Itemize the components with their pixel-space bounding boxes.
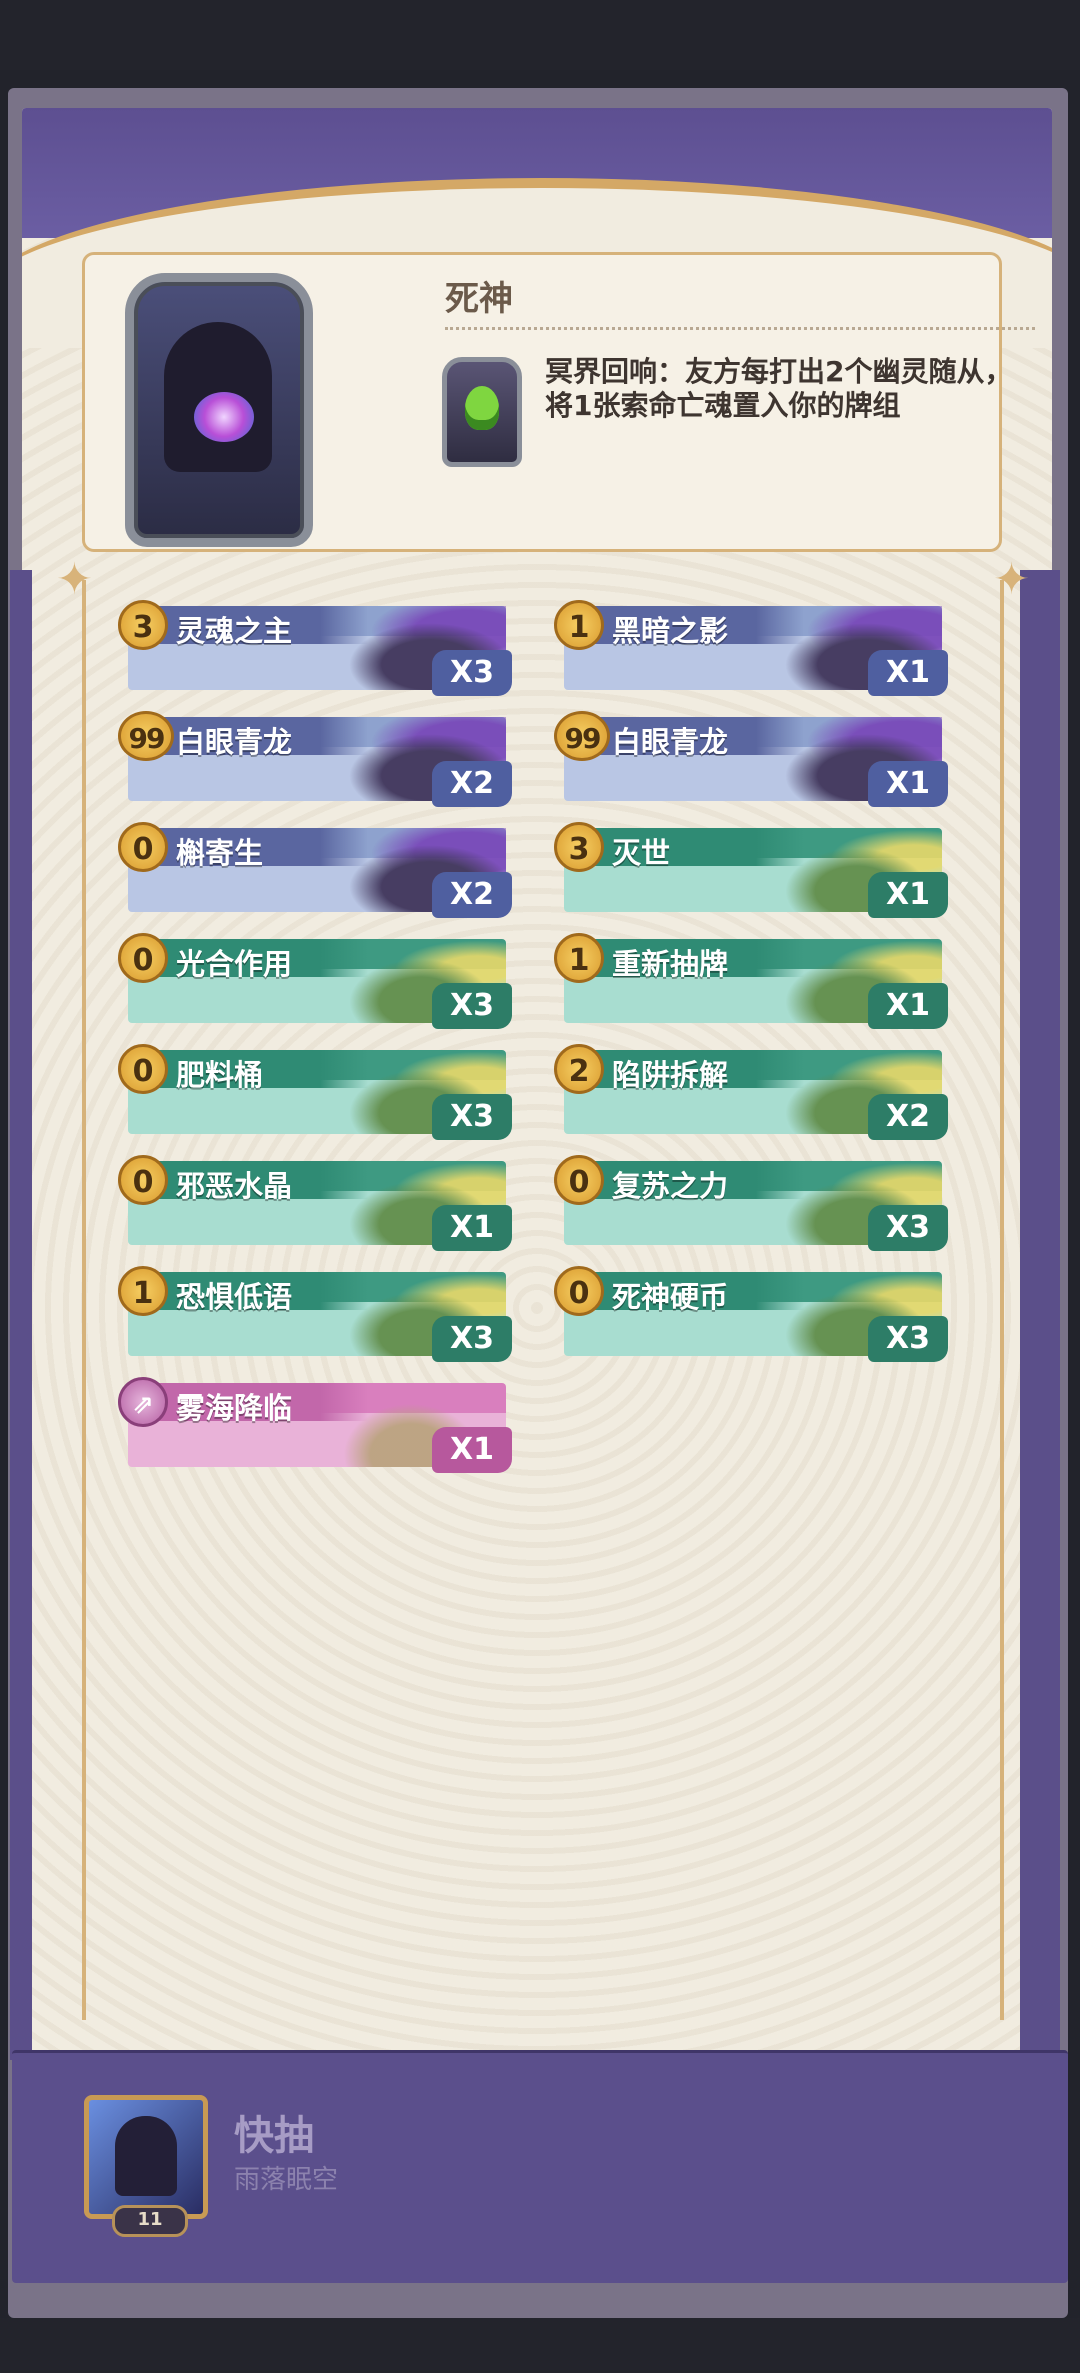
card-count: X1 [868, 761, 948, 807]
cost-badge: 3 [118, 600, 168, 650]
cost-badge: 0 [554, 1155, 604, 1205]
spell-icon: ⇗ [118, 1377, 168, 1427]
left-border [10, 570, 32, 2060]
cost-badge: 1 [118, 1266, 168, 1316]
deck-name: 快抽 [234, 2113, 314, 2159]
card-item[interactable]: 1 黑暗之影 X1 [554, 600, 948, 696]
cost-badge: 0 [554, 1266, 604, 1316]
card-item[interactable]: 1 重新抽牌 X1 [554, 933, 948, 1029]
deck-author: 雨落眠空 [234, 2165, 339, 2195]
star-ornament-icon: ✦ [56, 554, 93, 605]
hero-power-description: 冥界回响：友方每打出2个幽灵随从，将1张索命亡魂置入你的牌组 [545, 355, 1013, 422]
card-count: X2 [432, 761, 512, 807]
card-item[interactable]: 2 陷阱拆解 X2 [554, 1044, 948, 1140]
card-name: 肥料桶 [176, 1058, 264, 1092]
card-count: X1 [432, 1427, 512, 1473]
hero-info-box: 死神 冥界回响：友方每打出2个幽灵随从，将1张索命亡魂置入你的牌组 [82, 252, 1035, 552]
card-item[interactable]: 0 光合作用 X3 [118, 933, 512, 1029]
cost-badge: 0 [118, 933, 168, 983]
card-count: X3 [432, 983, 512, 1029]
cost-badge: 2 [554, 1044, 604, 1094]
cost-badge: 3 [554, 822, 604, 872]
card-item[interactable]: 3 灵魂之主 X3 [118, 600, 512, 696]
card-item[interactable]: 0 槲寄生 X2 [118, 822, 512, 918]
card-count: X2 [868, 1094, 948, 1140]
card-item[interactable]: 0 死神硬币 X3 [554, 1266, 948, 1362]
hero-name: 死神 [445, 279, 513, 319]
card-item[interactable]: ⇗ 雾海降临 X1 [118, 1377, 512, 1473]
card-name: 灭世 [612, 836, 671, 870]
card-name: 陷阱拆解 [612, 1058, 729, 1092]
card-count: X3 [432, 1094, 512, 1140]
right-border [1020, 570, 1060, 2060]
card-item[interactable]: 99 白眼青龙 X2 [118, 711, 512, 807]
card-item[interactable]: 0 邪恶水晶 X1 [118, 1155, 512, 1251]
cost-badge: 0 [118, 822, 168, 872]
card-name: 复苏之力 [612, 1169, 729, 1203]
hero-power-icon[interactable] [442, 357, 522, 467]
card-count: X2 [432, 872, 512, 918]
hooded-reaper-art [115, 2116, 177, 2196]
status-area [0, 0, 1080, 70]
card-count: X3 [868, 1205, 948, 1251]
deck-card-total: 11 [112, 2205, 188, 2237]
deck-cover[interactable] [84, 2095, 208, 2219]
ghost-face-icon [465, 386, 499, 430]
cost-badge: 1 [554, 600, 604, 650]
divider [445, 327, 1035, 330]
cost-badge: 0 [118, 1044, 168, 1094]
card-item[interactable]: 0 复苏之力 X3 [554, 1155, 948, 1251]
card-name: 灵魂之主 [176, 614, 293, 648]
card-name: 白眼青龙 [176, 725, 293, 759]
card-count: X3 [432, 1316, 512, 1362]
card-name: 重新抽牌 [612, 947, 729, 981]
deck-footer: 11 快抽 雨落眠空 [12, 2050, 1068, 2283]
card-name: 死神硬币 [612, 1280, 729, 1314]
card-item[interactable]: 99 白眼青龙 X1 [554, 711, 948, 807]
card-count: X1 [868, 650, 948, 696]
cost-badge: 99 [554, 711, 610, 761]
card-item[interactable]: 3 灭世 X1 [554, 822, 948, 918]
card-count: X1 [868, 983, 948, 1029]
cost-badge: 0 [118, 1155, 168, 1205]
hero-portrait[interactable] [125, 273, 313, 547]
card-name: 黑暗之影 [612, 614, 729, 648]
card-count: X3 [432, 650, 512, 696]
card-name: 邪恶水晶 [176, 1169, 293, 1203]
card-list: ✦ ✦ 3 灵魂之主 X3 1 黑暗之影 X1 99 白眼青龙 X2 99 白眼… [56, 554, 1030, 2020]
card-item[interactable]: 0 肥料桶 X3 [118, 1044, 512, 1140]
card-count: X3 [868, 1316, 948, 1362]
cost-badge: 1 [554, 933, 604, 983]
card-item[interactable]: 1 恐惧低语 X3 [118, 1266, 512, 1362]
card-name: 白眼青龙 [612, 725, 729, 759]
card-name: 槲寄生 [176, 836, 264, 870]
card-count: X1 [432, 1205, 512, 1251]
magic-glow-art [194, 392, 254, 442]
bottom-edge [0, 2318, 1080, 2373]
cost-badge: 99 [118, 711, 174, 761]
card-name: 恐惧低语 [176, 1280, 293, 1314]
card-name: 雾海降临 [176, 1391, 293, 1425]
card-name: 光合作用 [176, 947, 293, 981]
card-count: X1 [868, 872, 948, 918]
star-ornament-icon: ✦ [993, 554, 1030, 605]
